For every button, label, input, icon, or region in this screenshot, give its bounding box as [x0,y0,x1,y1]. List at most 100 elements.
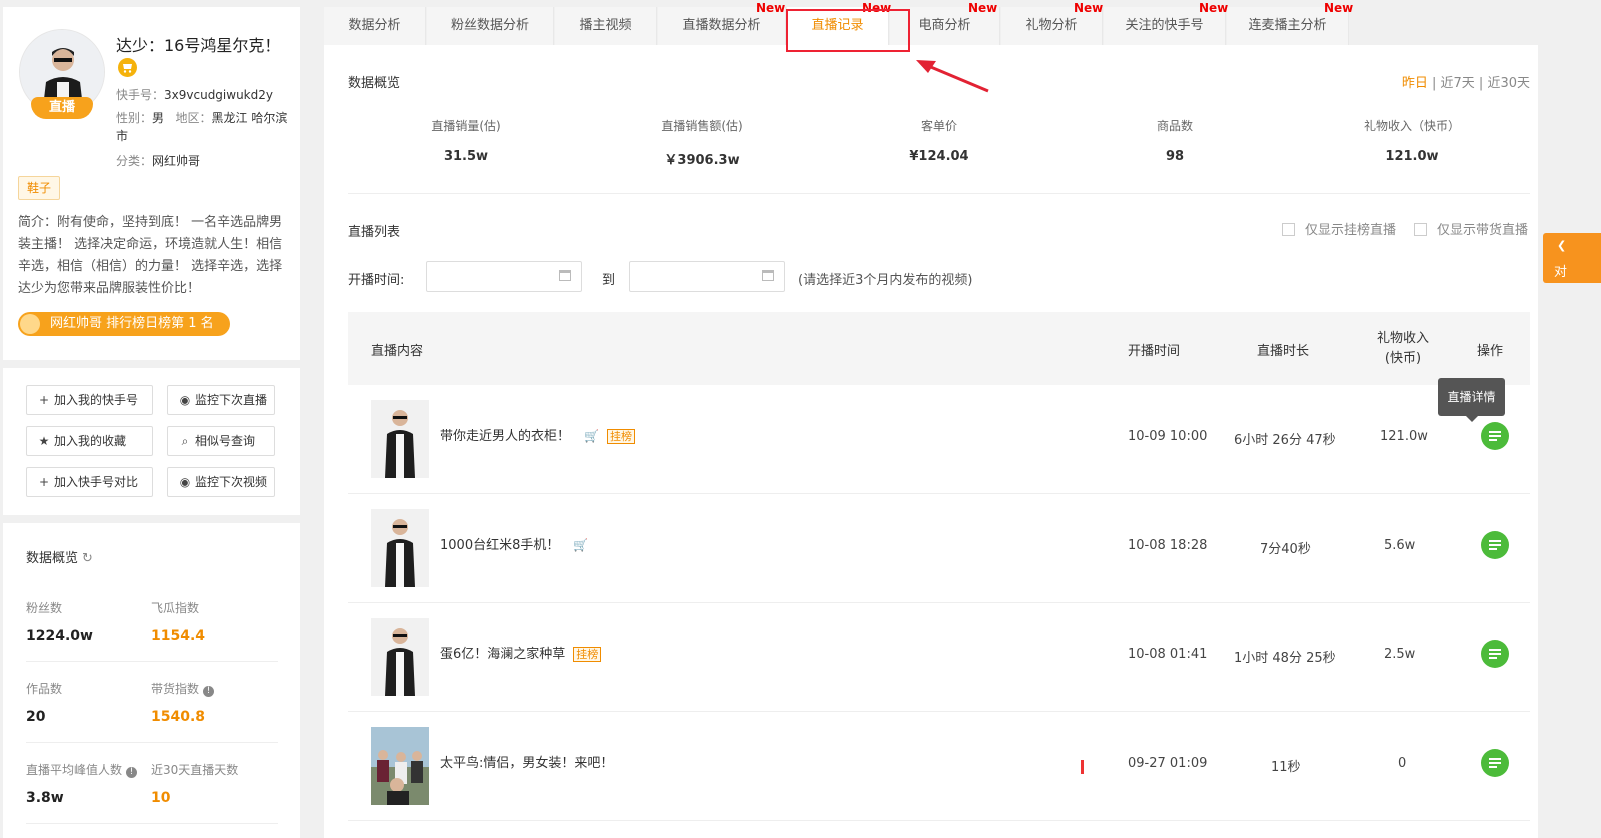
range-30days[interactable]: 近30天 [1487,76,1530,91]
overview-sales-amount: 直播销售额(估) ￥3906.3w [661,119,743,168]
live-detail-button[interactable] [1481,749,1509,777]
similar-search-button[interactable]: ⌕ 相似号查询 [167,426,275,456]
divider [26,823,278,824]
tab-videos[interactable]: 播主视频 [555,7,657,45]
intro-text: 简介：附有使命，坚持到底！ 一名辛选品牌男装主播！ 选择决定命运，环境造就人生！… [18,215,283,296]
live-title[interactable]: 太平鸟:情侣，男女装！来吧！ [440,752,613,771]
live-detail-button[interactable] [1481,422,1509,450]
rank-tag: 挂榜 [573,647,602,662]
live-start-time: 09-27 01:09 [1128,756,1208,771]
live-duration: 1小时 48分 25秒 [1234,651,1336,666]
profile-card: 直播 达少：16号鸿星尔克！ 快手号：3x9vcudgiwukd2y 性别：男 … [3,7,300,360]
tag-chip[interactable]: 鞋子 [18,176,61,200]
stat-live-days: 近30天直播天数 10 [151,763,239,806]
filter-goods-checkbox[interactable]: 仅显示带货直播 [1414,219,1528,238]
tab-data-analysis[interactable]: 数据分析 [324,7,426,45]
new-flag: New [1074,1,1104,15]
category: 分类：网红帅哥 [116,154,201,168]
divider [26,742,278,743]
new-flag: New [1324,1,1354,15]
stat-avg-peak: 直播平均峰值人数! 3.8w [26,761,156,806]
range-yesterday[interactable]: 昨日 [1402,76,1428,91]
range-selector: 昨日 | 近7天 | 近30天 [1401,76,1530,91]
refresh-icon[interactable]: ↻ [82,551,93,566]
to-label: 到 [602,273,616,288]
monitor-next-video-button[interactable]: ◉ 监控下次视频 [167,467,275,497]
live-thumbnail[interactable] [371,618,429,696]
kuaishou-id: 快手号：3x9vcudgiwukd2y [116,88,273,102]
divider [26,661,278,662]
monitor-next-live-button[interactable]: ◉ 监控下次直播 [167,385,275,415]
stat-fans: 粉丝数 1224.0w [26,601,93,644]
table-row[interactable]: 带你走近男人的衣柜！ 🛒 挂榜 10-09 10:00 6小时 26分 47秒 12… [348,385,1530,494]
range-7days[interactable]: 近7天 [1441,76,1475,91]
eye-icon: ◉ [179,475,191,489]
divider [348,193,1530,194]
table-row[interactable]: 太平鸟:情侣，男女装！来吧！ 09-27 01:09 11秒 0 [348,712,1530,821]
tab-fans-analysis[interactable]: 粉丝数据分析 [427,7,554,45]
start-time-label: 开播时间: [348,273,405,288]
live-title[interactable]: 带你走近男人的衣柜！ 🛒 挂榜 [440,425,635,444]
info-icon[interactable]: ! [126,767,138,778]
cart-icon: 🛒 [584,429,599,443]
table-row[interactable]: 蛋6亿！海澜之家种草 挂榜 10-08 01:41 1小时 48分 25秒 2.5… [348,603,1530,712]
actions-card: + 加入我的快手号 ◉ 监控下次直播 ★ 加入我的收藏 ⌕ 相似号查询 + 加入快手号对比… [3,368,300,515]
search-icon: ⌕ [181,434,189,448]
live-thumbnail[interactable] [371,400,429,478]
live-duration: 6小时 26分 47秒 [1234,433,1336,448]
new-flag: New [756,1,786,15]
avatar[interactable]: 直播 [19,29,105,119]
checkbox-icon [1282,223,1295,236]
live-thumbnail[interactable] [371,509,429,587]
add-compare-button[interactable]: + 加入快手号对比 [26,467,153,497]
live-start-time: 10-09 10:00 [1128,429,1208,444]
checkbox-icon [1414,223,1427,236]
live-list-title: 直播列表 [348,225,401,240]
col-gift-income: 礼物收入 (快币) [1376,331,1429,366]
live-badge: 直播 [31,97,93,119]
overview-sales-volume: 直播销量(估) 31.5w [431,119,501,164]
live-detail-button[interactable] [1481,531,1509,559]
live-start-time: 10-08 01:41 [1128,647,1208,662]
live-start-time: 10-08 18:28 [1128,538,1208,553]
col-duration: 直播时长 [1257,344,1310,359]
live-gift-income: 2.5w [1384,647,1416,662]
shopping-cart-icon [118,58,137,77]
live-duration: 7分40秒 [1260,542,1311,557]
chevron-left-icon: ❮ [1557,239,1567,252]
filter-hook-checkbox[interactable]: 仅显示挂榜直播 [1282,219,1396,238]
streamer-name: 达少：16号鸿星尔克！ [116,36,281,55]
live-thumbnail[interactable] [371,727,429,805]
rank-tag: 挂榜 [606,429,635,444]
overview-unit-price: 客单价 ¥124.04 [909,119,969,164]
info-icon[interactable]: ! [203,686,215,697]
date-hint: (请选择近3个月内发布的视频) [798,273,973,288]
live-detail-button[interactable] [1481,640,1509,668]
live-gift-income: 5.6w [1384,538,1416,553]
overview-title: 数据概览 [348,76,401,91]
plus-icon: + [38,475,50,489]
live-title[interactable]: 蛋6亿！海澜之家种草 挂榜 [440,643,602,662]
compare-float-button[interactable]: ❮ 对 [1543,233,1601,283]
star-icon: ★ [38,434,50,448]
live-title[interactable]: 1000台红米8手机！ 🛒 [440,534,588,553]
stat-works: 作品数 20 [26,682,63,725]
main-panel: 数据分析 粉丝数据分析 播主视频 直播数据分析 直播记录 电商分析 礼物分析 关… [324,0,1538,838]
rank-badge[interactable]: 网红帅哥 排行榜日榜第 1 名 [18,312,230,336]
start-date-input[interactable] [426,261,582,292]
live-detail-tooltip: 直播详情 [1438,378,1505,422]
live-gift-income: 0 [1398,756,1407,771]
end-date-input[interactable] [629,261,785,292]
profile-sidebar: 直播 达少：16号鸿星尔克！ 快手号：3x9vcudgiwukd2y 性别：男 … [3,7,300,838]
highlight-box [786,9,910,52]
tab-bar: 数据分析 粉丝数据分析 播主视频 直播数据分析 直播记录 电商分析 礼物分析 关… [324,1,1538,45]
calendar-icon [559,270,571,281]
tab-content: 数据概览 昨日 | 近7天 | 近30天 直播销量(估) 31.5w 直播销售额(… [324,45,1538,838]
table-row[interactable]: 1000台红米8手机！ 🛒 10-08 18:28 7分40秒 5.6w [348,494,1530,603]
stats-title: 数据概览 ↻ [26,551,93,566]
plus-icon: + [38,393,50,407]
add-favorite-button[interactable]: ★ 加入我的收藏 [26,426,153,456]
live-duration: 11秒 [1271,760,1301,775]
add-kuaishou-button[interactable]: + 加入我的快手号 [26,385,153,415]
stats-card: 数据概览 ↻ 粉丝数 1224.0w 飞瓜指数 1154.4 作品数 20 带货指数! … [3,523,300,838]
